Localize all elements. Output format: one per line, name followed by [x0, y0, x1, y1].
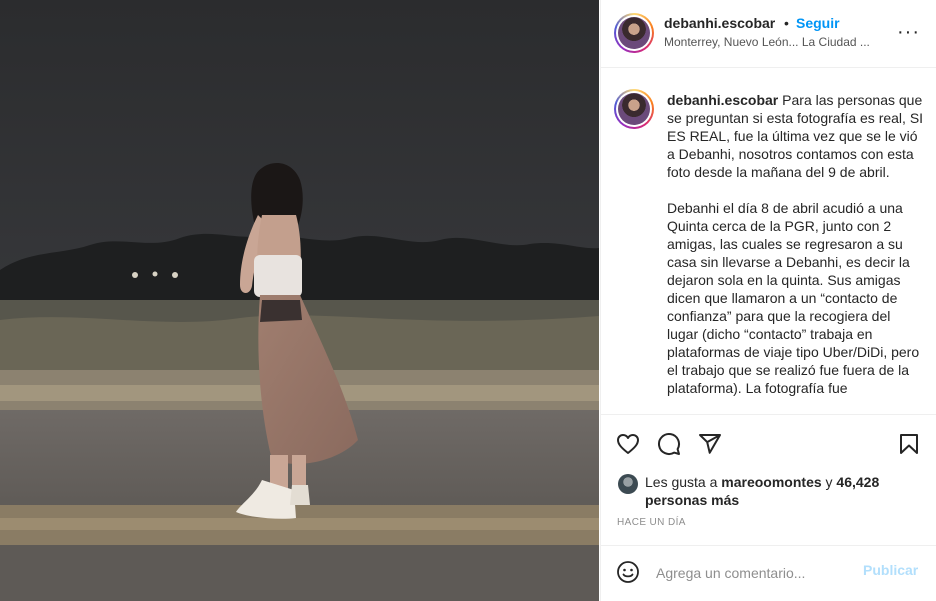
liker-username[interactable]: mareoomontes [721, 474, 821, 490]
liker-avatar[interactable] [618, 474, 638, 494]
bookmark-icon[interactable] [897, 432, 921, 456]
post-image [0, 0, 599, 601]
caption-author-avatar[interactable] [614, 89, 654, 129]
more-horizontal-icon[interactable]: ··· [897, 22, 920, 42]
follow-button[interactable]: Seguir [796, 15, 840, 31]
header-separator: • [784, 15, 789, 31]
comment-input[interactable] [656, 562, 856, 584]
post-side-panel: debanhi.escobar • Seguir Monterrey, Nuev… [600, 0, 936, 601]
likes-connector: y [825, 474, 833, 490]
post-comment-button[interactable]: Publicar [863, 562, 918, 578]
emoji-icon[interactable] [616, 560, 640, 584]
caption-text: debanhi.escobar Para las personas que se… [667, 91, 925, 414]
post-caption: debanhi.escobar Para las personas que se… [601, 69, 936, 414]
share-icon[interactable] [698, 432, 722, 456]
likes-prefix: Les gusta a [645, 474, 718, 490]
heart-icon[interactable] [616, 432, 640, 456]
post-actions: Les gusta a mareoomontes y 46,428 person… [601, 414, 936, 545]
post-timestamp[interactable]: HACE UN DÍA [617, 517, 686, 528]
post-photo[interactable] [0, 0, 599, 601]
comment-icon[interactable] [657, 432, 681, 456]
caption-paragraph-2: Debanhi el día 8 de abril acudió a una Q… [667, 200, 920, 396]
post-header: debanhi.escobar • Seguir Monterrey, Nuev… [601, 0, 936, 68]
post-location[interactable]: Monterrey, Nuevo León... La Ciudad ... [664, 35, 886, 49]
comment-bar: Publicar [601, 545, 936, 601]
author-username[interactable]: debanhi.escobar [664, 15, 775, 31]
caption-username[interactable]: debanhi.escobar [667, 92, 778, 108]
likes-text: Les gusta a mareoomontes y 46,428 person… [645, 473, 915, 509]
likes-summary: Les gusta a mareoomontes y 46,428 person… [618, 473, 928, 509]
author-avatar[interactable] [614, 13, 654, 53]
